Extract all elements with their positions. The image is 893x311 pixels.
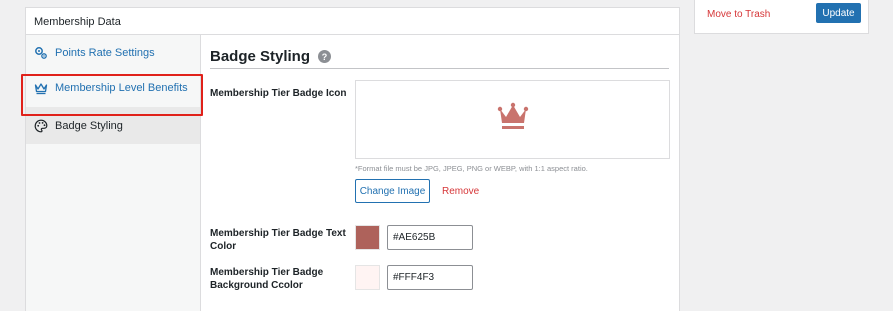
text-color-swatch[interactable] — [355, 225, 380, 250]
metabox-title: Membership Data — [26, 8, 679, 35]
panel-title: Badge Styling ? — [210, 35, 669, 69]
change-image-button[interactable]: Change Image — [355, 179, 430, 203]
bg-color-input[interactable]: #FFF4F3 — [387, 265, 473, 290]
text-color-label: Membership Tier Badge Text Color — [210, 227, 346, 253]
bg-color-label: Membership Tier Badge Background Ccolor — [210, 266, 323, 292]
membership-data-metabox: Membership Data Points Rate Settings Mem… — [21, 7, 680, 311]
highlight-box — [21, 74, 203, 116]
publish-box: Move to Trash Update — [694, 0, 869, 34]
sidebar-item-label: Badge Styling — [55, 119, 123, 132]
text-color-label-line2: Color — [210, 241, 237, 252]
move-to-trash-link[interactable]: Move to Trash — [707, 9, 770, 20]
panel-title-text: Badge Styling — [210, 48, 311, 65]
remove-link[interactable]: Remove — [442, 186, 479, 197]
sidebar-item-label: Points Rate Settings — [55, 46, 155, 59]
help-icon[interactable]: ? — [318, 50, 332, 63]
palette-icon — [34, 119, 48, 133]
badge-icon-label: Membership Tier Badge Icon — [210, 88, 347, 99]
text-color-label-line1: Membership Tier Badge Text — [210, 228, 346, 239]
bg-color-swatch[interactable] — [355, 265, 380, 290]
crown-badge-icon — [497, 102, 529, 137]
gear-cog-icon — [34, 46, 48, 60]
bg-color-label-line2: Background Ccolor — [210, 280, 303, 291]
badge-styling-panel: Badge Styling ? Membership Tier Badge Ic… — [210, 35, 670, 311]
text-color-input[interactable]: #AE625B — [387, 225, 473, 250]
bg-color-label-line1: Membership Tier Badge — [210, 267, 324, 278]
badge-icon-upload[interactable] — [355, 80, 670, 159]
update-button[interactable]: Update — [816, 3, 861, 23]
format-note: *Format file must be JPG, JPEG, PNG or W… — [355, 164, 588, 173]
sidebar-item-points-rate-settings[interactable]: Points Rate Settings — [26, 35, 200, 70]
